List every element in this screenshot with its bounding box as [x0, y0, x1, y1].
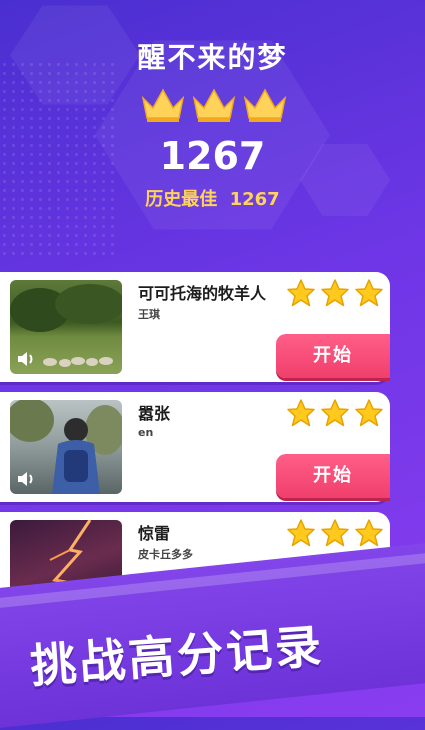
song-title: 惊雷: [138, 524, 171, 543]
star-icon: [287, 279, 315, 307]
star-icon: [355, 279, 383, 307]
sheep-meadow-image: [10, 280, 122, 374]
current-score: 1267: [159, 134, 266, 178]
best-score-value: 1267: [229, 189, 280, 210]
best-score: 历史最佳 1267: [0, 185, 425, 211]
star-rating: [286, 398, 386, 428]
crown-icon: [243, 88, 287, 122]
score-header: 醒不来的梦 1267 历史最佳 1267: [0, 0, 425, 260]
crown-rating: [140, 86, 288, 124]
best-score-label: 历史最佳: [145, 189, 218, 210]
star-icon: [287, 399, 315, 427]
user-name: 醒不来的梦: [137, 41, 288, 74]
speaker-icon[interactable]: [16, 350, 38, 368]
song-title: 可可托海的牧羊人: [138, 284, 267, 303]
song-card[interactable]: 嚣张 en 开始: [0, 392, 390, 502]
song-artist: 皮卡丘多多: [138, 548, 193, 561]
song-title: 嚣张: [138, 404, 171, 423]
star-icon: [287, 519, 315, 547]
start-button[interactable]: 开始: [276, 334, 390, 378]
star-icon: [321, 519, 349, 547]
song-artist: en: [138, 426, 154, 439]
crown-icon: [192, 88, 236, 122]
start-button[interactable]: 开始: [276, 454, 390, 498]
speaker-icon[interactable]: [16, 470, 38, 488]
song-card[interactable]: 可可托海的牧羊人 王琪 开始: [0, 272, 390, 382]
star-rating: [286, 278, 386, 308]
star-rating: [286, 518, 386, 548]
star-icon: [321, 279, 349, 307]
star-icon: [355, 399, 383, 427]
star-icon: [355, 519, 383, 547]
backpacker-image: [10, 400, 122, 494]
star-icon: [321, 399, 349, 427]
song-artist: 王琪: [138, 308, 160, 321]
crown-icon: [141, 88, 185, 122]
